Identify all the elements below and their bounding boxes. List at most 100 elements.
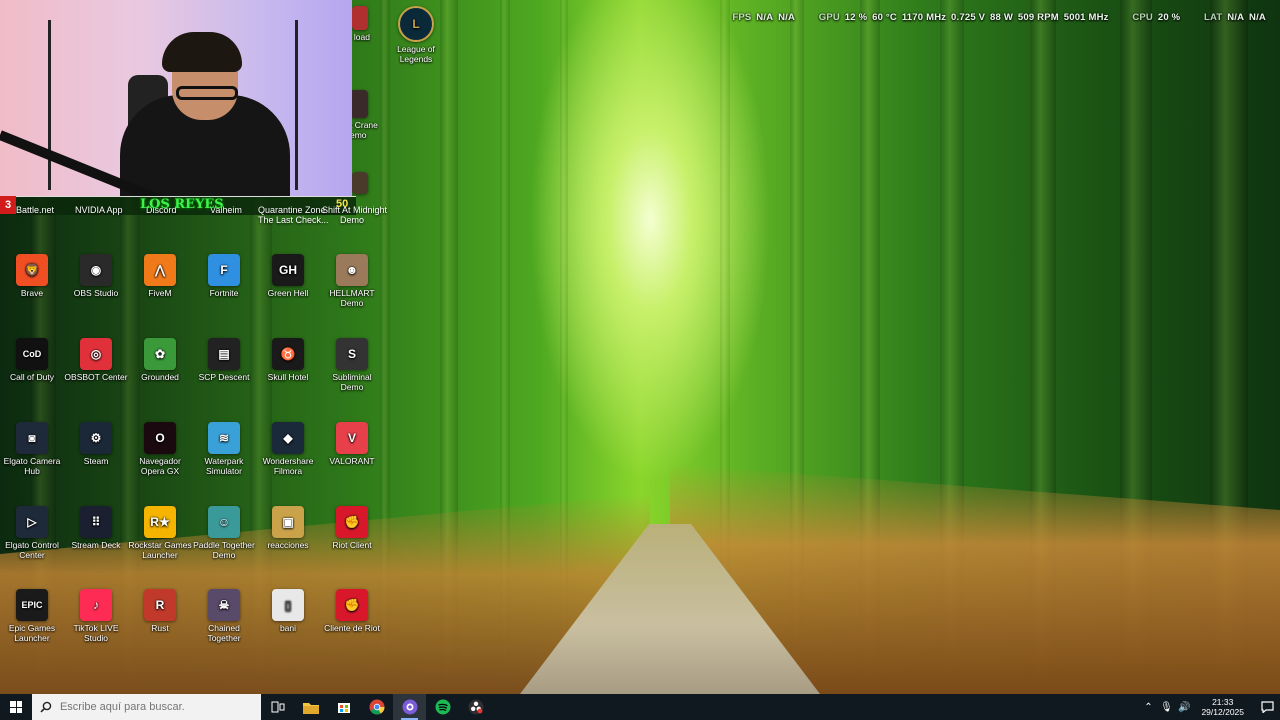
desktop-icon-folder[interactable]: ▣ reacciones [256,506,320,550]
desktop-icon-fortnite[interactable]: F Fortnite [192,254,256,298]
icon-label: HELLMART Demo [329,288,375,308]
desktop-icon-chained[interactable]: ☠ Chained Together [192,589,256,643]
skullhotel-icon: ♉ [272,338,304,370]
taskbar-spotify[interactable] [426,694,459,720]
desktop-icon-fivem[interactable]: ⋀ FiveM [128,254,192,298]
taskbar-store[interactable] [327,694,360,720]
desktop-icon-obsbot[interactable]: ◎ OBSBOT Center [64,338,128,382]
icon-label: FiveM [148,288,172,298]
desktop-icon-skullhotel[interactable]: ♉ Skull Hotel [256,338,320,382]
desktop-icon-riot-client[interactable]: ✊ Cliente de Riot [320,589,384,633]
desktop-icon-greenhell[interactable]: GH Green Hell [256,254,320,298]
icon-label: Grounded [141,372,179,382]
gpu-label: GPU [818,12,840,23]
icon-label: Elgato Camera Hub [3,456,61,476]
icon-label: Cliente de Riot [324,623,380,633]
desktop-icon-brave[interactable]: 🦁 Brave [0,254,64,298]
latency-label: LAT [1204,12,1223,23]
task-view-button[interactable] [261,694,294,720]
rust-icon: R [144,589,176,621]
volume-icon[interactable]: 🔊 [1176,702,1192,713]
icon-label: Brave [20,288,44,298]
desktop-icon-subliminal[interactable]: S Subliminal Demo [320,338,384,392]
tiktok-icon: ♪ [80,589,112,621]
valorant-icon: V [336,422,368,454]
icon-label: reacciones [267,540,309,550]
desktop-icon-riot[interactable]: ✊ Riot Client [320,506,384,550]
desktop-icon-scp[interactable]: ▤ SCP Descent [192,338,256,382]
steam-icon: ⚙ [80,422,112,454]
icon-label: Rockstar Games Launcher [128,540,192,560]
desktop-icon-waterpark[interactable]: ≋ Waterpark Simulator [192,422,256,476]
icon-label: Subliminal Demo [332,372,372,392]
obs-icon [468,699,483,715]
icon-label: Rust [151,623,169,633]
icon-label: Elgato Control Center [5,540,59,560]
notification-center-button[interactable] [1254,701,1280,713]
overlay-badge: 3 [0,196,16,214]
league-of-legends-icon: L [398,6,434,42]
gpu-voltage: 0.725 V [951,12,986,23]
start-button[interactable] [0,694,32,720]
windows-logo-icon [10,701,22,713]
desktop-icon-partial-2[interactable] [350,172,370,196]
fivem-icon: ⋀ [144,254,176,286]
taskbar-discord-app[interactable] [393,694,426,720]
riot-client-icon: ✊ [336,589,368,621]
gpu-usage: 12 % [844,12,868,23]
desktop-icon-steam[interactable]: ⚙ Steam [64,422,128,466]
desktop-icon-paddle[interactable]: ☺ Paddle Together Demo [192,506,256,560]
brave-icon: 🦁 [16,254,48,286]
subliminal-icon: S [336,338,368,370]
search-icon [40,701,52,713]
desktop-icon-league-of-legends[interactable]: L League of Legends [384,6,448,64]
taskbar-obs[interactable] [459,694,492,720]
desktop-icon-filmora[interactable]: ◆ Wondershare Filmora [256,422,320,476]
search-input[interactable] [57,700,261,714]
riot-icon: ✊ [336,506,368,538]
desktop-icon-epic[interactable]: EPIC Epic Games Launcher [0,589,64,643]
taskbar-search[interactable] [32,694,261,720]
desktop-icon-tiktok[interactable]: ♪ TikTok LIVE Studio [64,589,128,643]
desktop-icon-elgato-control[interactable]: ▷ Elgato Control Center [0,506,64,560]
desktop-icon-cod[interactable]: CoD Call of Duty [0,338,64,382]
icon-label: Chained Together [207,623,241,643]
icon-label: Steam [83,456,109,466]
gpu-fan: 509 RPM [1017,12,1059,23]
icon-label: Wondershare Filmora [262,456,314,476]
taskbar-clock[interactable]: 21:33 29/12/2025 [1201,697,1244,717]
desktop-icon-rockstar[interactable]: R★ Rockstar Games Launcher [128,506,192,560]
icon-label: Epic Games Launcher [8,623,56,643]
obsbot-icon: ◎ [80,338,112,370]
icon-label: bani [279,623,297,633]
streamdeck-icon: ⠿ [80,506,112,538]
desktop-icon-rust[interactable]: R Rust [128,589,192,633]
icon-label: Navegador Opera GX [139,456,181,476]
desktop-icon-obs[interactable]: ◉ OBS Studio [64,254,128,298]
icon-label: TikTok LIVE Studio [73,623,119,643]
crane-icon [350,90,368,118]
spotify-icon [435,699,450,715]
desktop-icon-file[interactable]: ▯ bani [256,589,320,633]
overlay-count: 50 [336,198,349,210]
taskbar-file-explorer[interactable] [294,694,327,720]
chevron-up-icon[interactable]: ⌃ [1140,702,1156,713]
fps-label: FPS [732,12,752,23]
cpu-label: CPU [1132,12,1153,23]
desktop-icon-operagx[interactable]: O Navegador Opera GX [128,422,192,476]
gpu-memory-clock: 5001 MHz [1063,12,1109,23]
desktop-icon-streamdeck[interactable]: ⠿ Stream Deck [64,506,128,550]
taskbar-chrome[interactable] [360,694,393,720]
notification-icon [1260,701,1274,713]
desktop-icon-grounded[interactable]: ✿ Grounded [128,338,192,382]
icon-label: SCP Descent [198,372,250,382]
scp-icon: ▤ [208,338,240,370]
folder-icon [302,702,319,714]
desktop-icon-valorant[interactable]: V VALORANT [320,422,384,466]
icon-label: Waterpark Simulator [204,456,244,476]
microphone-icon[interactable]: 🎙 [1158,702,1174,713]
icon-label: OBSBOT Center [64,372,128,382]
desktop-icon-hellmart[interactable]: ☻ HELLMART Demo [320,254,384,308]
desktop-icon-elgato-camera[interactable]: ◙ Elgato Camera Hub [0,422,64,476]
clock-date: 29/12/2025 [1201,707,1244,717]
